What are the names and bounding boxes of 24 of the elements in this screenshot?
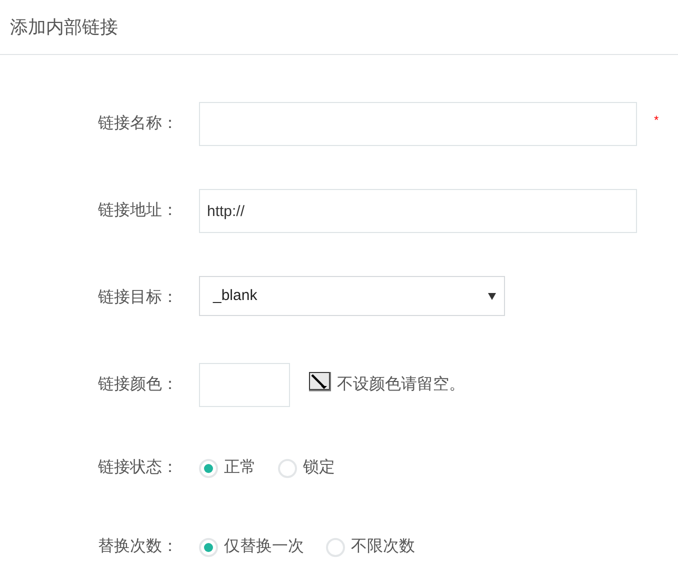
color-picker-icon[interactable] bbox=[309, 372, 331, 392]
select-field[interactable]: _blank bbox=[199, 276, 505, 316]
text-field[interactable]: http:// bbox=[199, 189, 637, 233]
required-mark: * bbox=[654, 114, 659, 126]
radio-button[interactable] bbox=[199, 458, 218, 478]
field-label: 替换次数： bbox=[97, 536, 179, 557]
radio-option[interactable]: 不限次数 bbox=[326, 535, 415, 559]
field-label: 链接颜色： bbox=[97, 374, 179, 395]
radio-button[interactable] bbox=[199, 538, 218, 556]
field-label: 链接地址： bbox=[97, 200, 179, 221]
select-value: _blank bbox=[213, 286, 258, 306]
radio-button[interactable] bbox=[278, 458, 297, 478]
radio-option[interactable]: 仅替换一次 bbox=[199, 535, 304, 559]
caret-icon bbox=[488, 292, 496, 300]
field-label: 链接名称： bbox=[97, 114, 179, 134]
radio-option[interactable]: 正常 bbox=[199, 456, 256, 480]
text-field[interactable] bbox=[199, 102, 637, 146]
radio-option[interactable]: 锁定 bbox=[278, 456, 335, 480]
color-field[interactable] bbox=[199, 363, 290, 407]
radio-button[interactable] bbox=[326, 538, 345, 556]
field-label: 链接状态： bbox=[97, 458, 179, 478]
color-hint: 不设颜色请留空。 bbox=[337, 374, 465, 395]
dialog-title: 添加内部链接 bbox=[10, 16, 118, 38]
field-label: 链接目标： bbox=[97, 288, 179, 308]
